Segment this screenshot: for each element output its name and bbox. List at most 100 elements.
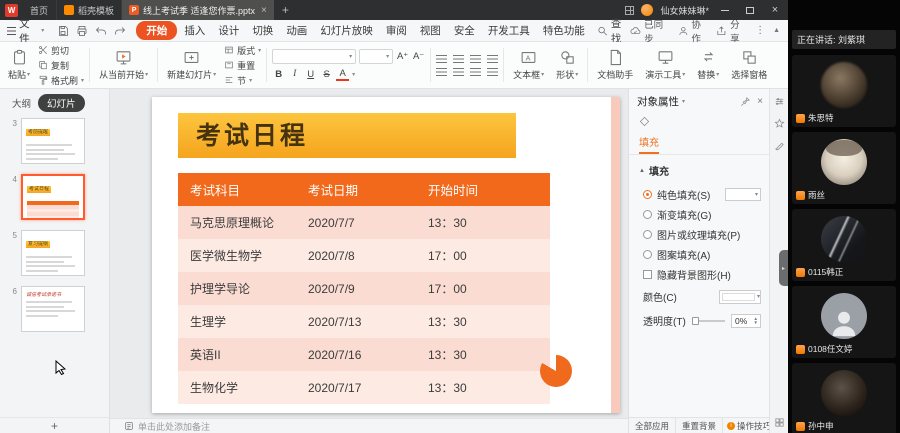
- share-button[interactable]: 分享: [716, 17, 747, 45]
- increase-font-button[interactable]: A⁺: [396, 50, 409, 64]
- replace-button[interactable]: 替换▾: [693, 45, 723, 85]
- align-right-icon[interactable]: [470, 55, 481, 63]
- tab-security[interactable]: 安全: [448, 21, 481, 40]
- line-spacing-icon[interactable]: [487, 68, 498, 76]
- participant-tile-1[interactable]: 朱思特: [792, 55, 896, 127]
- numbered-list-icon[interactable]: [453, 68, 464, 76]
- exam-table[interactable]: 考试科目 考试日期 开始时间 马克思原理概论2020/7/713：30 医学微生…: [178, 173, 550, 404]
- underline-button[interactable]: U: [304, 67, 317, 81]
- outline-tab[interactable]: 大纲: [12, 96, 31, 110]
- cut-button[interactable]: 剪切: [38, 44, 84, 57]
- doc-tab-current[interactable]: P 线上考试季 适逢您作票.pptx ×: [121, 0, 274, 20]
- redo-icon[interactable]: [114, 25, 126, 37]
- copy-button[interactable]: 复制: [38, 59, 84, 72]
- apps-grid-icon[interactable]: [625, 6, 634, 15]
- tab-features[interactable]: 特色功能: [537, 21, 591, 40]
- hide-background-checkbox[interactable]: 隐藏背景图形(H): [629, 264, 769, 284]
- panel-collapse-handle[interactable]: ▸: [779, 250, 788, 286]
- tab-animation[interactable]: 动画: [280, 21, 313, 40]
- format-painter-button[interactable]: 格式刷▾: [38, 74, 84, 87]
- more-menu-icon[interactable]: ⋮: [755, 25, 765, 36]
- color-picker[interactable]: ▾: [719, 290, 761, 304]
- file-menu[interactable]: 文件▾: [0, 16, 51, 46]
- tab-design[interactable]: 设计: [212, 21, 245, 40]
- bold-button[interactable]: B: [272, 67, 285, 81]
- align-left-icon[interactable]: [436, 55, 447, 63]
- font-family-select[interactable]: ▾: [272, 49, 356, 64]
- properties-rail-icon[interactable]: [774, 96, 785, 107]
- fill-option-solid[interactable]: 纯色填充(S) ▾: [629, 184, 769, 204]
- add-slide-button[interactable]: +: [51, 419, 58, 433]
- play-from-current-button[interactable]: 从当前开始▾: [95, 45, 152, 85]
- tab-devtools[interactable]: 开发工具: [482, 21, 536, 40]
- grid-view-icon[interactable]: [774, 417, 785, 428]
- spin-down-icon[interactable]: ▼: [754, 321, 758, 325]
- present-tools-button[interactable]: 演示工具▾: [641, 45, 689, 85]
- section-button[interactable]: 节▾: [224, 74, 261, 87]
- undo-icon[interactable]: [95, 25, 107, 37]
- brush-rail-icon[interactable]: [774, 140, 785, 151]
- slides-tab[interactable]: 幻灯片: [38, 94, 85, 112]
- print-icon[interactable]: [76, 25, 88, 37]
- new-tab-button[interactable]: +: [274, 3, 297, 17]
- sync-status[interactable]: 已同步: [630, 17, 669, 45]
- slide[interactable]: 考试日程 考试科目 考试日期 开始时间 马克思原理概论2020/7/713：30…: [152, 97, 620, 413]
- user-avatar[interactable]: [641, 4, 653, 16]
- indent-icon[interactable]: [470, 68, 481, 76]
- align-center-icon[interactable]: [453, 55, 464, 63]
- paste-button[interactable]: 粘贴▾: [4, 45, 34, 85]
- apply-all-button[interactable]: 全部应用: [629, 418, 676, 433]
- slide-thumbnail-3[interactable]: 3 考前提醒: [8, 118, 103, 164]
- shapes-button[interactable]: 形状▾: [552, 45, 582, 85]
- fill-tab[interactable]: 填充: [639, 134, 659, 154]
- collapse-ribbon-icon[interactable]: ▲: [773, 27, 780, 34]
- font-color-button[interactable]: A: [336, 67, 349, 81]
- italic-button[interactable]: I: [288, 67, 301, 81]
- find-button[interactable]: 查找: [597, 16, 631, 46]
- participant-tile-2[interactable]: 雨丝: [792, 132, 896, 204]
- slider-thumb[interactable]: [692, 317, 699, 325]
- new-slide-button[interactable]: 新建幻灯片▾: [163, 45, 220, 85]
- doc-tab-templates[interactable]: 稻壳模板: [56, 0, 121, 20]
- textbox-button[interactable]: A 文本框▾: [509, 45, 548, 85]
- tips-button[interactable]: i操作技巧: [727, 420, 771, 432]
- star-rail-icon[interactable]: [774, 118, 785, 129]
- bullet-list-icon[interactable]: [436, 68, 447, 76]
- tab-slideshow[interactable]: 幻灯片放映: [314, 21, 379, 40]
- tab-home[interactable]: 开始: [136, 21, 177, 40]
- slide-thumbnail-6[interactable]: 6 诚信考试承诺书: [8, 286, 103, 332]
- save-icon[interactable]: [57, 25, 69, 37]
- doc-assistant-button[interactable]: 文档助手: [593, 45, 637, 85]
- transparency-slider[interactable]: [692, 315, 725, 327]
- align-justify-icon[interactable]: [487, 55, 498, 63]
- decrease-font-button[interactable]: A⁻: [412, 50, 425, 64]
- fill-option-gradient[interactable]: 渐变填充(G): [629, 204, 769, 224]
- pin-icon[interactable]: [740, 96, 751, 107]
- participant-tile-4[interactable]: 0108任文婷: [792, 286, 896, 358]
- font-size-select[interactable]: ▾: [359, 49, 393, 64]
- slide-title[interactable]: 考试日程: [178, 113, 516, 158]
- slide-thumbnail-4[interactable]: 4 考试日程: [8, 174, 103, 220]
- participant-tile-5[interactable]: 孙中申: [792, 363, 896, 433]
- reset-background-button[interactable]: 重置背景: [676, 418, 723, 433]
- panel-close-icon[interactable]: ×: [757, 96, 763, 107]
- notes-bar[interactable]: 单击此处添加备注: [110, 418, 628, 433]
- tab-insert[interactable]: 插入: [178, 21, 211, 40]
- tab-transition[interactable]: 切换: [246, 21, 279, 40]
- layout-button[interactable]: 版式▾: [224, 44, 261, 57]
- selection-pane-button[interactable]: 选择窗格: [727, 45, 771, 85]
- slide-canvas[interactable]: 考试日程 考试科目 考试日期 开始时间 马克思原理概论2020/7/713：30…: [110, 89, 628, 418]
- participant-tile-3[interactable]: 0115韩正: [792, 209, 896, 281]
- transparency-value-field[interactable]: 0%▲▼: [731, 314, 761, 328]
- fill-option-pattern[interactable]: 图案填充(A): [629, 244, 769, 264]
- fill-option-picture[interactable]: 图片或纹理填充(P): [629, 224, 769, 244]
- reset-button[interactable]: 重置: [224, 59, 261, 72]
- slide-thumbnail-5[interactable]: 5 复习提纲: [8, 230, 103, 276]
- username[interactable]: 仙女妹妹琳*: [660, 4, 709, 17]
- strikethrough-button[interactable]: S: [320, 67, 333, 81]
- tab-review[interactable]: 审阅: [380, 21, 413, 40]
- tab-close-icon[interactable]: ×: [261, 5, 267, 16]
- tab-view[interactable]: 视图: [414, 21, 447, 40]
- collapse-section-icon[interactable]: ▲: [639, 168, 645, 174]
- collaborate-button[interactable]: 协作: [678, 17, 709, 45]
